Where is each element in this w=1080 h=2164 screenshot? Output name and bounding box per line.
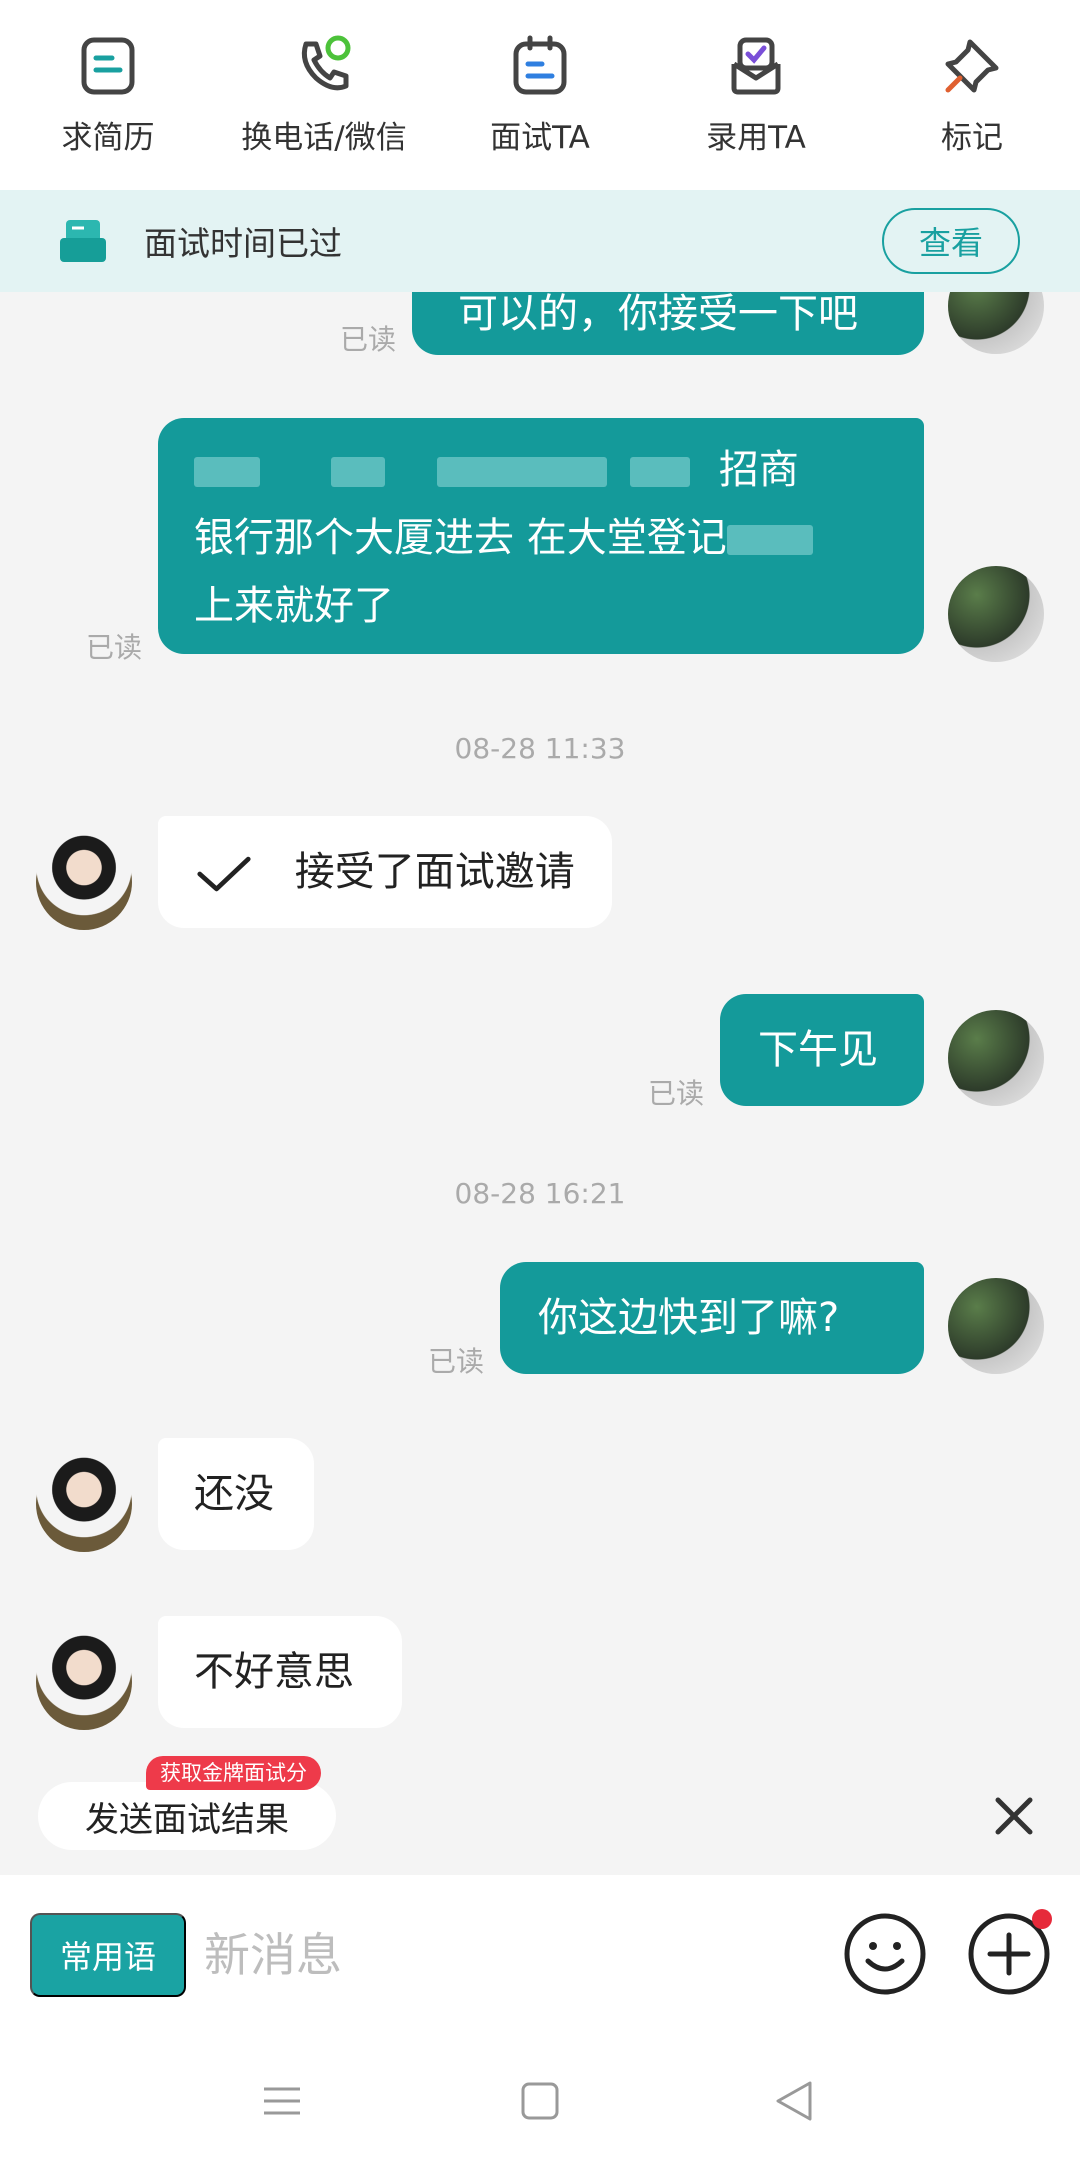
chat-area[interactable]: 可以的，你接受一下吧 已读 招商 银行那个大厦进去 在大堂登记 上来就好了 已读… <box>0 292 1080 1875</box>
message-text: 还没 <box>194 1471 274 1517</box>
top-action-bar: 求简历 换电话/微信 面试TA 录用TA 标记 <box>0 0 1080 190</box>
interview-card-icon <box>60 220 106 262</box>
hire-icon <box>731 37 781 94</box>
mark-label: 标记 <box>941 119 1003 156</box>
message-input-bar: 常用语 <box>0 1875 1080 2035</box>
message-bubble[interactable]: 不好意思 <box>158 1616 402 1728</box>
phone-wechat-icon <box>301 35 351 90</box>
message-text: 招商 <box>718 447 799 493</box>
request-resume-label: 求简历 <box>61 119 155 156</box>
menu-icon[interactable] <box>262 2081 302 2121</box>
message-line: 上来就好了 <box>194 572 888 640</box>
banner-text: 面试时间已过 <box>144 224 342 263</box>
message-text: 银行那个大厦进去 在大堂登记 <box>194 515 727 561</box>
interview-calendar-icon <box>513 35 567 94</box>
message-bubble[interactable]: 可以的，你接受一下吧 <box>412 292 924 355</box>
exchange-contact-label: 换电话/微信 <box>241 119 407 156</box>
checkmark-icon <box>197 856 251 892</box>
close-icon[interactable] <box>988 1790 1040 1842</box>
message-text: 不好意思 <box>194 1649 354 1695</box>
home-icon[interactable] <box>520 2081 560 2121</box>
interview-status-banner: 面试时间已过 查看 <box>0 190 1080 292</box>
send-result-label: 发送面试结果 <box>85 1799 289 1840</box>
candidate-avatar[interactable] <box>36 834 132 930</box>
hire-label: 录用TA <box>706 119 806 156</box>
send-interview-result-button[interactable]: 发送面试结果 <box>38 1782 336 1850</box>
message-input[interactable] <box>204 1913 804 1997</box>
my-avatar[interactable] <box>948 292 1044 354</box>
message-text: 可以的，你接受一下吧 <box>458 292 858 337</box>
message-text: 下午见 <box>758 1027 878 1073</box>
message-bubble[interactable]: 招商 银行那个大厦进去 在大堂登记 上来就好了 <box>158 418 924 654</box>
my-avatar[interactable] <box>948 1010 1044 1106</box>
resume-icon <box>81 37 135 94</box>
hire-action[interactable]: 录用TA <box>656 34 856 157</box>
timestamp: 08-28 16:21 <box>454 1177 626 1210</box>
message-text: 你这边快到了嘛? <box>538 1295 840 1341</box>
read-receipt: 已读 <box>340 323 397 356</box>
notification-dot <box>1032 1909 1052 1929</box>
mark-action[interactable]: 标记 <box>872 34 1072 157</box>
back-icon[interactable] <box>774 2079 814 2123</box>
read-receipt: 已读 <box>648 1077 705 1110</box>
interview-action[interactable]: 面试TA <box>440 34 640 157</box>
read-receipt: 已读 <box>86 631 143 664</box>
message-text: 接受了面试邀请 <box>294 849 575 895</box>
message-text: 上来就好了 <box>194 583 394 629</box>
exchange-contact-action[interactable]: 换电话/微信 <box>224 34 424 157</box>
my-avatar[interactable] <box>948 1278 1044 1374</box>
timestamp: 08-28 11:33 <box>454 732 626 765</box>
read-receipt: 已读 <box>428 1345 485 1378</box>
candidate-avatar[interactable] <box>36 1634 132 1730</box>
pin-icon <box>945 39 999 92</box>
message-line: 招商 <box>194 436 888 504</box>
system-message-bubble: 接受了面试邀请 <box>158 816 612 928</box>
view-button[interactable]: 查看 <box>882 208 1020 274</box>
gold-interview-badge: 获取金牌面试分 <box>146 1756 321 1790</box>
interview-label: 面试TA <box>490 119 590 156</box>
message-line: 银行那个大厦进去 在大堂登记 <box>194 504 888 572</box>
candidate-avatar[interactable] <box>36 1456 132 1552</box>
message-bubble[interactable]: 你这边快到了嘛? <box>500 1262 924 1374</box>
emoji-icon[interactable] <box>842 1911 928 1997</box>
message-bubble[interactable]: 还没 <box>158 1438 314 1550</box>
system-nav-bar <box>0 2035 1080 2164</box>
my-avatar[interactable] <box>948 566 1044 662</box>
common-phrases-button[interactable]: 常用语 <box>30 1913 186 1997</box>
message-bubble[interactable]: 下午见 <box>720 994 924 1106</box>
request-resume-action[interactable]: 求简历 <box>8 34 208 157</box>
